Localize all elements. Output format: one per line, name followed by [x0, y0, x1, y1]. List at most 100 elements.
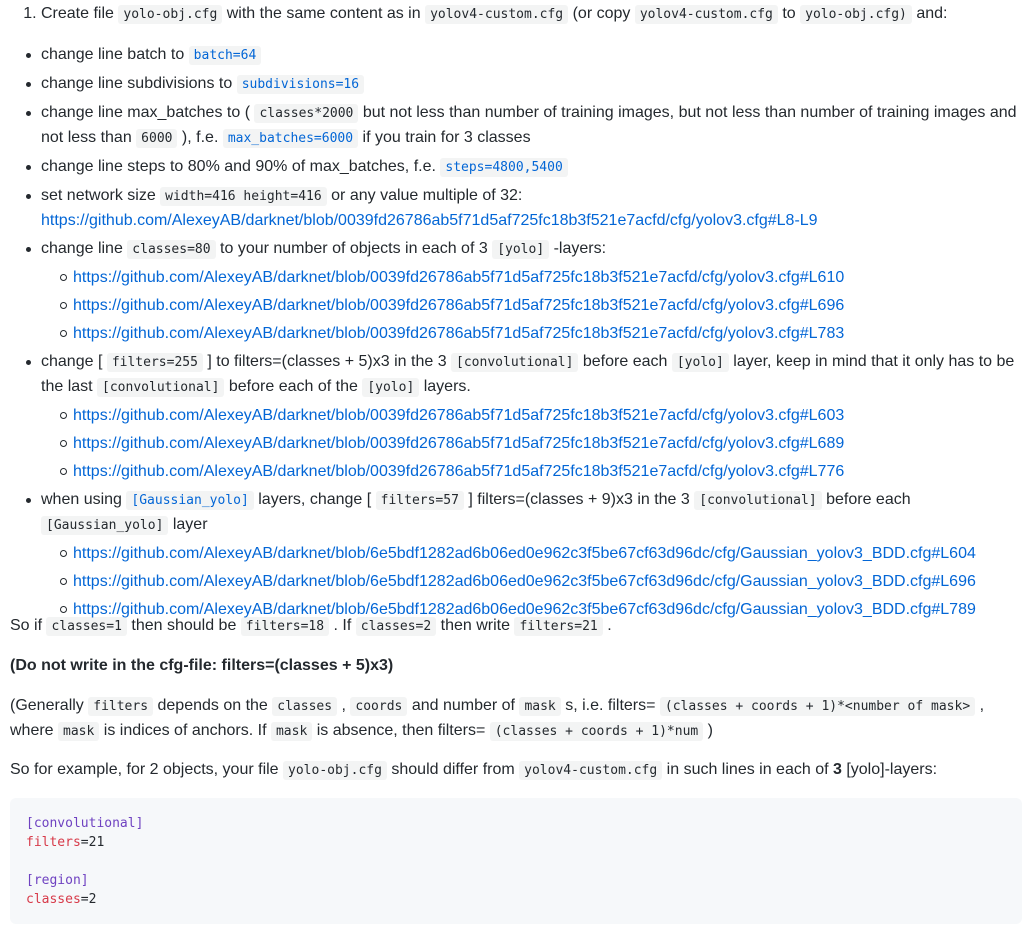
inline-code: [convolutional]	[451, 353, 579, 372]
code-link[interactable]: steps=4800,5400	[440, 158, 568, 177]
bullet-classes: change line classes=80 to your number of…	[26, 237, 1024, 346]
inline-code: mask	[58, 722, 100, 741]
gaussian-links: https://github.com/AlexeyAB/darknet/blob…	[41, 542, 1024, 622]
inline-code: [convolutional]	[97, 378, 225, 397]
link-item: https://github.com/AlexeyAB/darknet/blob…	[60, 404, 1024, 428]
inline-code: yolov4-custom.cfg	[634, 5, 778, 24]
inline-code: mask	[270, 722, 313, 741]
inline-code: 6000	[136, 129, 178, 148]
code-equals: =	[80, 835, 89, 850]
inline-code: filters=57	[375, 491, 464, 510]
github-link[interactable]: https://github.com/AlexeyAB/darknet/blob…	[73, 325, 844, 342]
bullet-text: before each	[821, 491, 911, 508]
filters-links: https://github.com/AlexeyAB/darknet/blob…	[41, 404, 1024, 484]
github-link[interactable]: https://github.com/AlexeyAB/darknet/blob…	[73, 435, 844, 452]
para-text: So if	[10, 617, 47, 634]
inline-code: batch=64	[188, 46, 262, 65]
inline-code: filters	[88, 697, 154, 716]
inline-code: yolo-obj.cfg)	[800, 5, 912, 24]
bullet-subdivisions: change line subdivisions to subdivisions…	[26, 72, 1024, 97]
step-text: and:	[911, 5, 948, 22]
bullet-text: change line steps to 80% and 90% of max_…	[41, 158, 441, 175]
para-text: and number of	[407, 697, 520, 714]
link-item: https://github.com/AlexeyAB/darknet/blob…	[60, 432, 1024, 456]
para-text: in such lines in each of	[662, 761, 833, 778]
para-text: is indices of anchors. If	[99, 722, 271, 739]
inline-code: filters=255	[106, 353, 203, 372]
bullet-gaussian: when using [Gaussian_yolo] layers, chang…	[26, 488, 1024, 622]
bold-number: 3	[832, 761, 842, 778]
warning-paragraph: (Do not write in the cfg-file: filters=(…	[10, 657, 394, 674]
code-value: 21	[88, 835, 105, 850]
para-text: depends on the	[153, 697, 273, 714]
bullet-text: -layers:	[549, 240, 607, 257]
inline-code: coords	[350, 697, 408, 716]
example-intro-paragraph: So for example, for 2 objects, your file…	[10, 758, 937, 783]
para-text: [yolo]-layers:	[841, 761, 938, 778]
step-1-bullets: change line batch to batch=64 change lin…	[26, 43, 1024, 622]
bullet-text: to your number of objects in each of 3	[215, 240, 493, 257]
inline-code: filters=18	[240, 617, 330, 636]
inline-code: yolo-obj.cfg	[118, 5, 223, 24]
github-link[interactable]: https://github.com/AlexeyAB/darknet/blob…	[73, 297, 844, 314]
para-text: is absence, then filters=	[312, 722, 490, 739]
bullet-max-batches: change line max_batches to ( classes*200…	[26, 101, 1024, 151]
code-value: 2	[88, 892, 97, 907]
inline-code: classes=1	[46, 617, 127, 636]
github-link[interactable]: https://github.com/AlexeyAB/darknet/blob…	[73, 407, 844, 424]
bullet-text: ), f.e.	[177, 129, 223, 146]
inline-code: (classes + coords + 1)*num	[489, 722, 704, 741]
bullet-network-size: set network size width=416 height=416 or…	[26, 184, 1024, 233]
bullet-text: before each	[578, 353, 672, 370]
step-text: with the same content as in	[222, 5, 426, 22]
bullet-text: layer	[168, 516, 208, 533]
inline-code: width=416 height=416	[160, 187, 327, 206]
github-link[interactable]: https://github.com/AlexeyAB/darknet/blob…	[73, 545, 976, 562]
github-link[interactable]: https://github.com/AlexeyAB/darknet/blob…	[73, 463, 844, 480]
filters-example-paragraph: So if classes=1 then should be filters=1…	[10, 614, 612, 639]
code-key-filters: filters	[26, 835, 81, 850]
bullet-text: change line subdivisions to	[41, 75, 237, 92]
bullet-text: ] filters=(classes + 9)x3 in the 3	[463, 491, 695, 508]
inline-code: (classes + coords + 1)*<number of mask>	[659, 697, 976, 716]
classes-links: https://github.com/AlexeyAB/darknet/blob…	[41, 266, 1024, 346]
inline-code: yolov4-custom.cfg	[519, 761, 663, 780]
bullet-text: when using	[41, 491, 127, 508]
para-text: . If	[329, 617, 356, 634]
inline-code: [yolo]	[362, 378, 420, 397]
bullet-text: layers.	[419, 378, 471, 395]
para-text: )	[703, 722, 714, 739]
code-section-convolutional: [convolutional]	[26, 816, 144, 831]
link-item: https://github.com/AlexeyAB/darknet/blob…	[60, 542, 1024, 566]
inline-code: filters=21	[514, 617, 603, 636]
code-link[interactable]: subdivisions=16	[236, 75, 365, 94]
step-1: Create file yolo-obj.cfg with the same c…	[26, 0, 1024, 622]
bullet-filters: change [ filters=255 ] to filters=(class…	[26, 350, 1024, 484]
bullet-text: ] to filters=(classes + 5)x3 in the 3	[202, 353, 452, 370]
para-text: then write	[436, 617, 515, 634]
inline-code: yolo-obj.cfg	[283, 761, 387, 780]
code-equals: =	[80, 892, 89, 907]
step-text: (or copy	[568, 5, 635, 22]
inline-code: [Gaussian_yolo]	[126, 491, 254, 510]
para-text: (Generally	[10, 697, 89, 714]
para-text: .	[602, 617, 612, 634]
github-link[interactable]: https://github.com/AlexeyAB/darknet/blob…	[73, 573, 976, 590]
bullet-text: if you train for 3 classes	[358, 129, 531, 146]
link-item: https://github.com/AlexeyAB/darknet/blob…	[60, 266, 1024, 290]
code-link[interactable]: batch=64	[188, 46, 262, 65]
bullet-text: change line	[41, 240, 128, 257]
para-text: So for example, for 2 objects, your file	[10, 761, 284, 778]
readme-content: Create file yolo-obj.cfg with the same c…	[10, 0, 1024, 924]
inline-code: subdivisions=16	[236, 75, 365, 94]
inline-code: mask	[519, 697, 561, 716]
para-text: then should be	[126, 617, 241, 634]
config-code-block[interactable]: [convolutional] filters=21 [region] clas…	[10, 798, 1022, 924]
github-link[interactable]: https://github.com/AlexeyAB/darknet/blob…	[73, 269, 844, 286]
code-link[interactable]: [Gaussian_yolo]	[126, 491, 254, 510]
code-link[interactable]: max_batches=6000	[222, 129, 359, 148]
github-link[interactable]: https://github.com/AlexeyAB/darknet/blob…	[41, 212, 818, 229]
inline-code: [convolutional]	[694, 491, 822, 510]
bullet-text: or any value multiple of 32:	[326, 187, 523, 204]
inline-code: classes	[272, 697, 338, 716]
